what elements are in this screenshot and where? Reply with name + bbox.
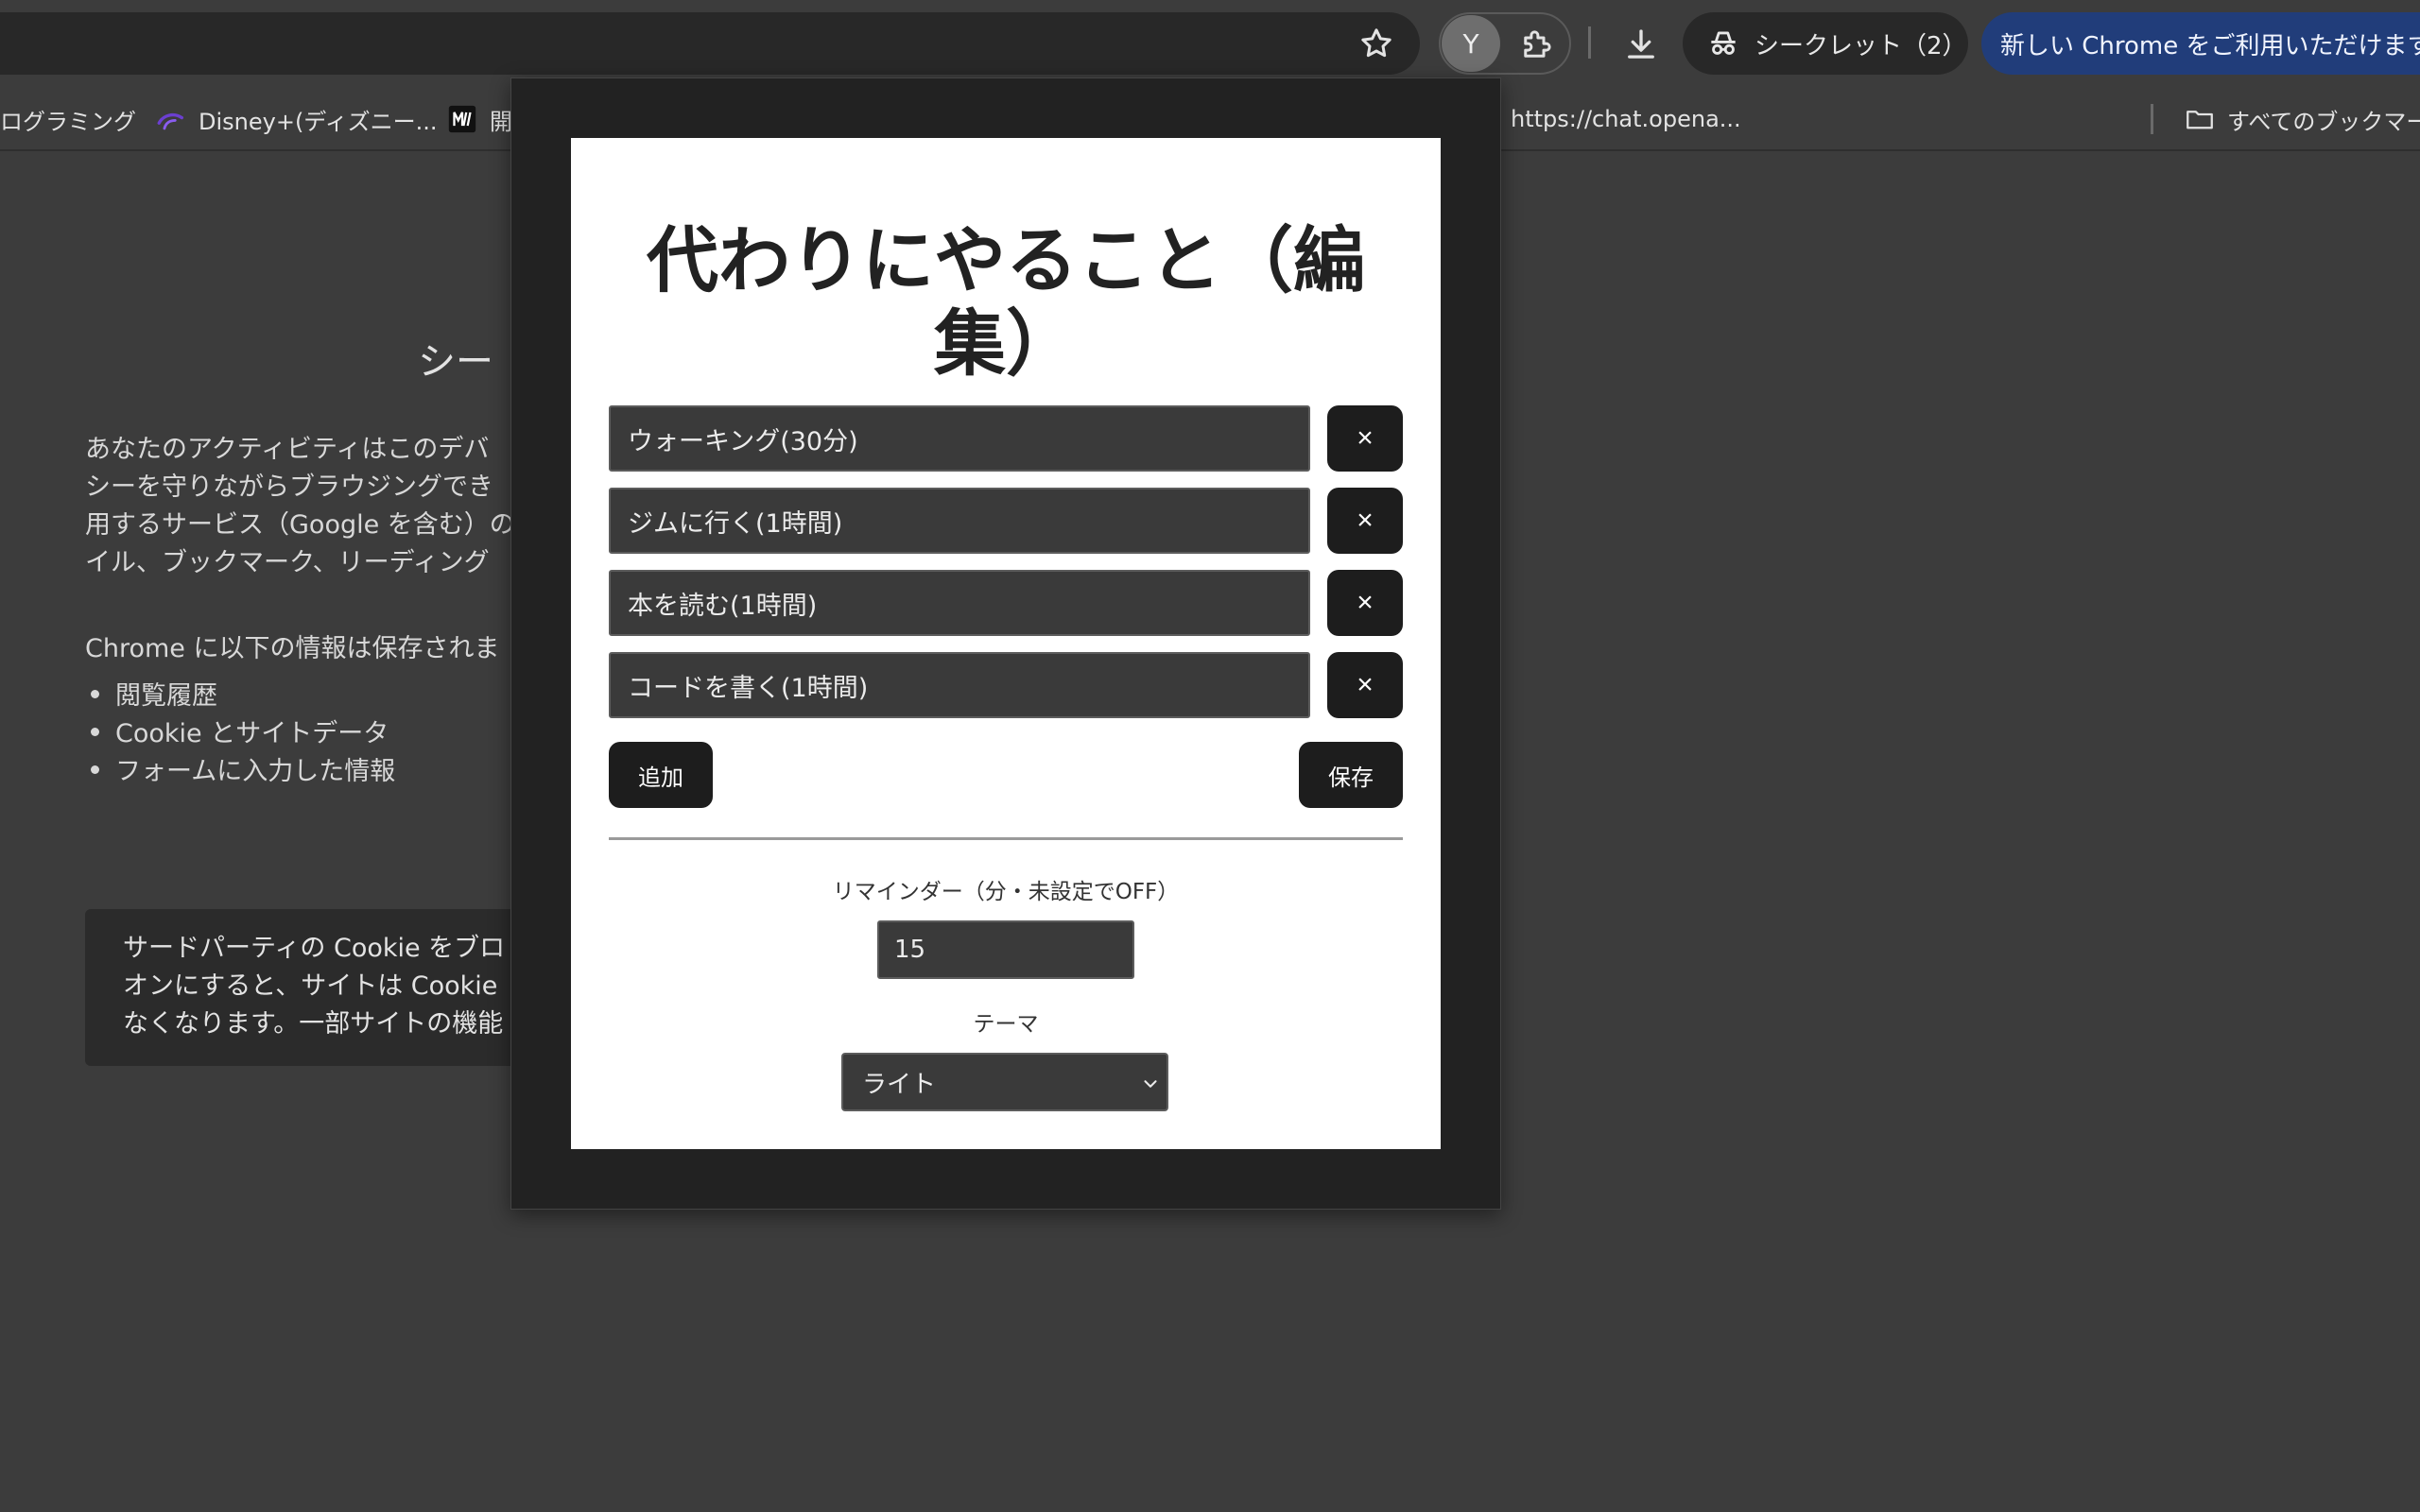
profile-avatar[interactable]: Y	[1442, 15, 1500, 72]
theme-selected-value: ライト	[862, 1070, 937, 1099]
download-icon[interactable]	[1621, 25, 1661, 64]
bookmark-item[interactable]: Disney+(ディズニー...	[155, 87, 438, 151]
bookmarks-divider	[2151, 104, 2153, 134]
description-line: 用するサービス（Google を含む）の	[85, 510, 515, 540]
bookmark-label: https://chat.opena...	[1511, 106, 1741, 132]
popup-title: 代わりにやること（編集）	[647, 218, 1365, 386]
cookie-card-line: オンにすると、サイトは Cookie	[123, 971, 498, 1001]
theme-label: テーマ	[973, 1012, 1039, 1037]
add-task-button[interactable]: 追加	[609, 742, 713, 808]
chevron-down-icon	[1144, 1080, 1157, 1088]
extensions-puzzle-icon[interactable]	[1517, 25, 1557, 64]
third-party-cookie-card: サードパーティの Cookie をブロ オンにすると、サイトは Cookie な…	[85, 909, 577, 1066]
description-line: あなたのアクティビティはこのデバ	[85, 435, 490, 464]
reminder-minutes-input[interactable]	[877, 920, 1134, 979]
incognito-icon	[1711, 31, 1736, 55]
update-label: 新しい Chrome をご利用いただけます	[2000, 31, 2420, 60]
reminder-label: リマインダー（分・未設定でOFF）	[832, 880, 1180, 904]
task-row: ×	[609, 488, 1403, 554]
task-input[interactable]	[609, 488, 1310, 554]
address-bar[interactable]	[0, 12, 1420, 75]
folder-icon	[2187, 111, 2213, 129]
task-input[interactable]	[609, 405, 1310, 472]
task-input[interactable]	[609, 570, 1310, 636]
bookmark-label: Disney+(ディズニー...	[199, 108, 438, 135]
incognito-indicator[interactable]: シークレット（2）	[1683, 12, 1968, 75]
list-item: 閲覧履歴	[85, 675, 395, 713]
bookmark-label: 開	[490, 108, 512, 135]
list-item: フォームに入力した情報	[85, 750, 395, 788]
cookie-card-line: サードパーティの Cookie をブロ	[123, 934, 506, 963]
bookmark-label: ログラミング	[0, 108, 136, 135]
remove-task-button[interactable]: ×	[1327, 652, 1403, 718]
list-item: Cookie とサイトデータ	[85, 713, 395, 750]
remove-task-button[interactable]: ×	[1327, 488, 1403, 554]
description-line: シーを守りながらブラウジングでき	[85, 472, 493, 502]
toolbar-divider	[1588, 26, 1591, 59]
bookmark-star-icon[interactable]	[1357, 25, 1395, 62]
all-bookmarks-button[interactable]: すべてのブックマーク	[2184, 87, 2420, 151]
popup-divider	[609, 837, 1403, 840]
incognito-label: シークレット（2）	[1754, 31, 1967, 60]
remove-task-button[interactable]: ×	[1327, 405, 1403, 472]
chrome-update-button[interactable]: 新しい Chrome をご利用いただけます	[1981, 12, 2420, 75]
bookmark-item[interactable]: https://chat.opena...	[1511, 87, 1741, 151]
task-row: ×	[609, 405, 1403, 472]
browser-toolbar: Y シークレット（2） 新しい Chrome をご利用いただけます	[0, 0, 2420, 87]
save-button[interactable]: 保存	[1299, 742, 1403, 808]
task-row: ×	[609, 652, 1403, 718]
bookmark-item[interactable]: ログラミング	[0, 87, 136, 151]
cookie-card-line: なくなります。一部サイトの機能	[123, 1009, 504, 1039]
remove-task-button[interactable]: ×	[1327, 570, 1403, 636]
popup-content: 代わりにやること（編集） × × × × 追加 保存 リマインダー（分・未設定で…	[571, 138, 1441, 1149]
description-line: イル、ブックマーク、リーディング	[85, 548, 490, 577]
medium-favicon-icon	[448, 105, 476, 133]
theme-select[interactable]: ライト	[841, 1053, 1168, 1111]
not-saved-list: 閲覧履歴 Cookie とサイトデータ フォームに入力した情報	[85, 675, 395, 788]
incognito-description: あなたのアクティビティはこのデバ シーを守りながらブラウジングでき 用するサービ…	[85, 431, 529, 582]
not-saved-heading: Chrome に以下の情報は保存されま	[85, 634, 500, 663]
incognito-page-title: シー	[418, 340, 493, 384]
bookmark-item[interactable]: 開	[446, 87, 512, 151]
task-input[interactable]	[609, 652, 1310, 718]
disney-favicon-icon	[157, 112, 184, 130]
task-row: ×	[609, 570, 1403, 636]
all-bookmarks-label: すべてのブックマーク	[2227, 108, 2420, 135]
